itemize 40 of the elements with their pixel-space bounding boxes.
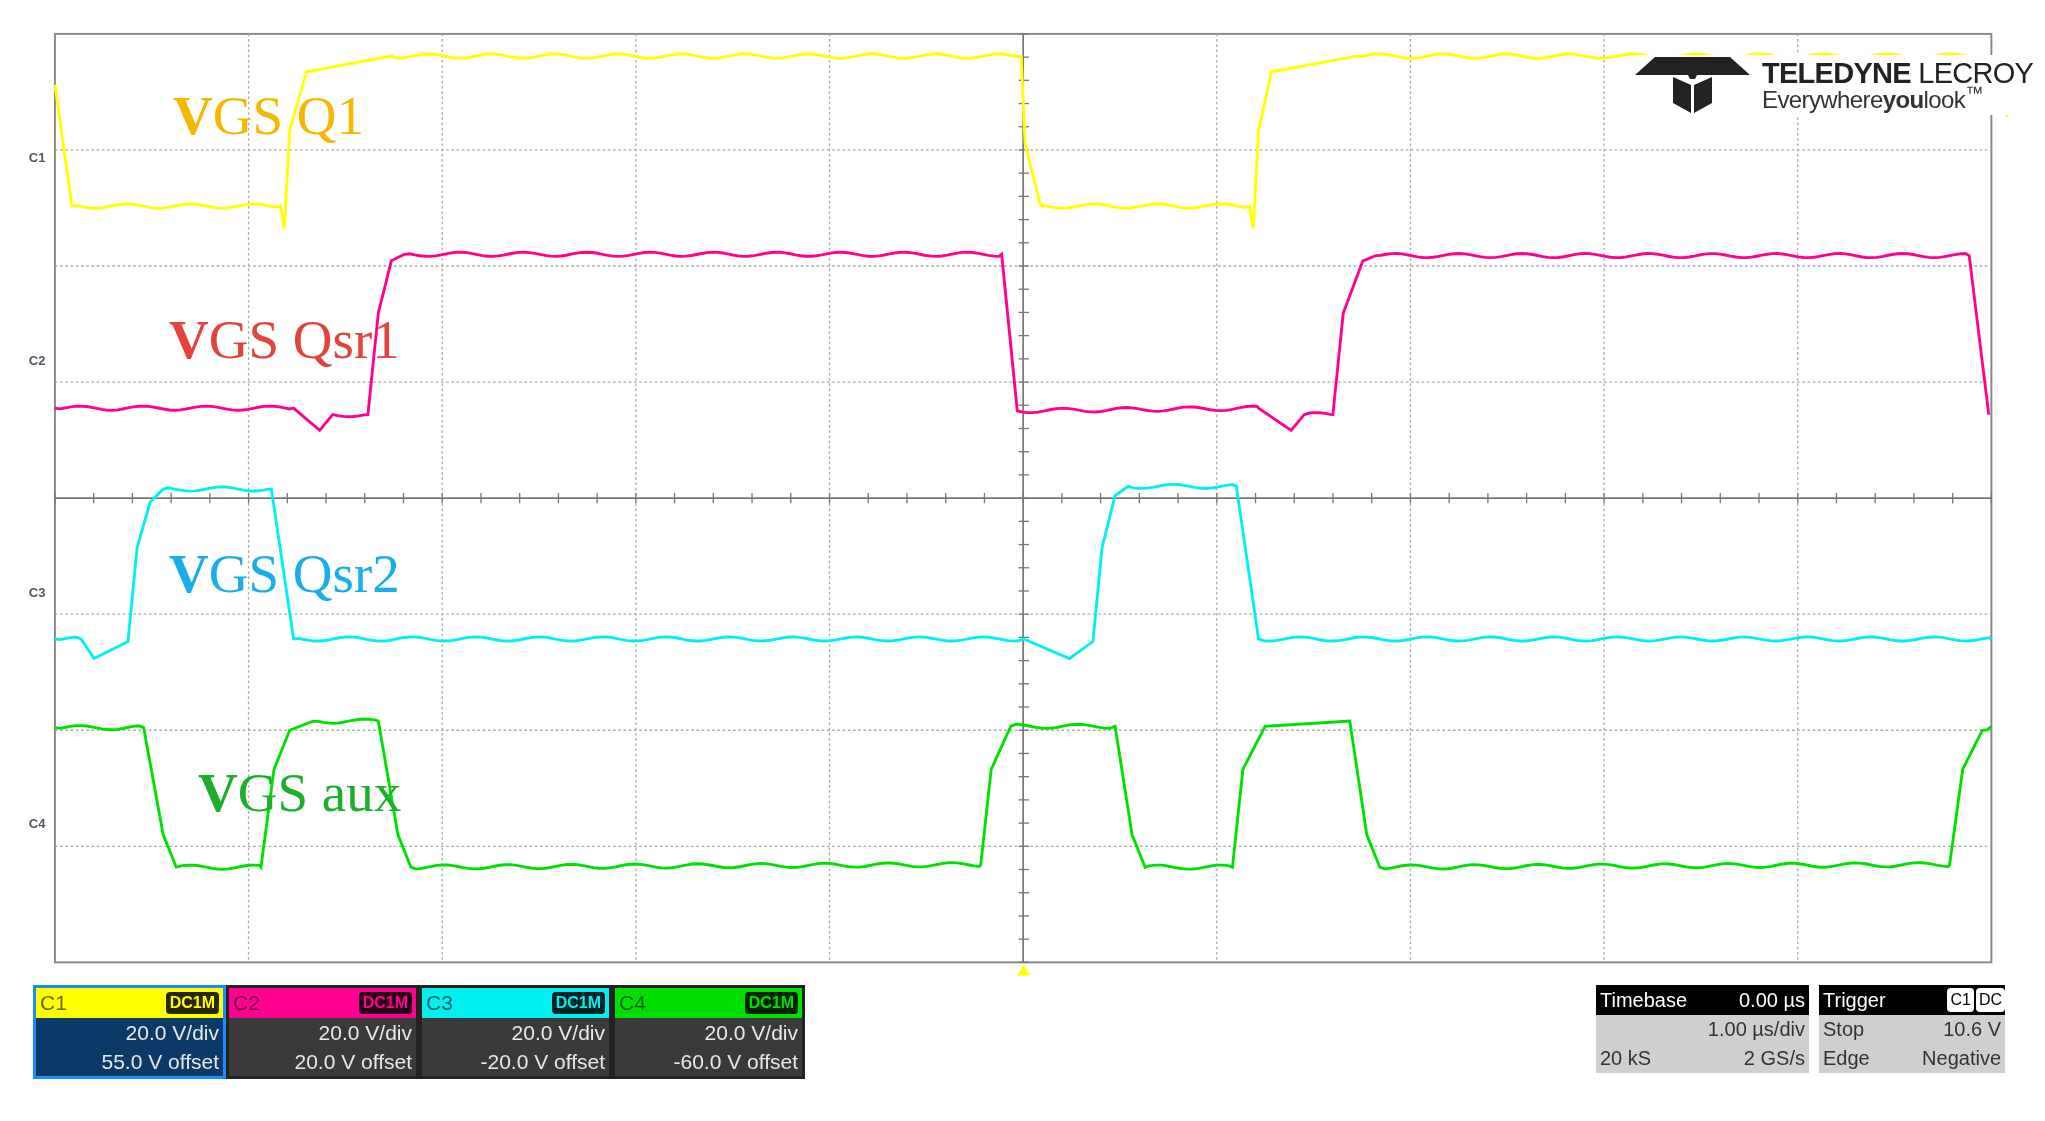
coupling-badge: DC1M <box>551 992 605 1014</box>
trigger-slope: Negative <box>1922 1046 2001 1071</box>
channel-offset: -20.0 V offset <box>479 1049 606 1075</box>
channel-panel[interactable]: C4 DC1M 20.0 V/div -60.0 V offset <box>612 985 805 1079</box>
trace-label: VGS Qsr2 <box>169 546 400 601</box>
channel-scale: 20.0 V/div <box>317 1020 413 1046</box>
trigger-source-badge: C1 <box>1947 988 1974 1012</box>
channel-panel[interactable]: C1 DC1M 20.0 V/div 55.0 V offset <box>33 985 226 1079</box>
channel-label: C4 <box>619 990 646 1017</box>
channel-scale: 20.0 V/div <box>510 1020 606 1046</box>
panel-title: Timebase <box>1600 988 1688 1013</box>
trigger-type: Edge <box>1823 1046 1870 1071</box>
channel-panel[interactable]: C2 DC1M 20.0 V/div 20.0 V offset <box>226 985 419 1079</box>
channel-marker: C1 <box>28 149 46 165</box>
channel-panel[interactable]: C3 DC1M 20.0 V/div -20.0 V offset <box>419 985 612 1079</box>
channel-offset: 20.0 V offset <box>293 1049 413 1075</box>
channel-marker: C3 <box>28 585 46 601</box>
trigger-level: 10.6 V <box>1943 1017 2001 1042</box>
sample-rate: 2 GS/s <box>1743 1046 1805 1071</box>
coupling-badge: DC1M <box>744 992 798 1014</box>
coupling-badge: DC1M <box>358 992 412 1014</box>
trigger-mode: Stop <box>1823 1017 1865 1042</box>
channel-label: C2 <box>233 990 260 1017</box>
trigger-coupling-badge: DC <box>1975 988 2005 1012</box>
timebase-scale: 1.00 µs/div <box>1707 1017 1805 1042</box>
sample-count: 20 kS <box>1600 1046 1652 1071</box>
channel-scale: 20.0 V/div <box>124 1020 220 1046</box>
logo-icon <box>1635 55 1750 115</box>
channel-offset: 55.0 V offset <box>100 1049 220 1075</box>
channel-marker: C2 <box>28 353 46 369</box>
channel-label: C3 <box>426 990 453 1017</box>
panel-title: Trigger <box>1823 988 1886 1013</box>
coupling-badge: DC1M <box>165 992 219 1014</box>
channel-label: C1 <box>40 990 67 1017</box>
timebase-delay: 0.00 µs <box>1739 988 1805 1013</box>
channel-scale: 20.0 V/div <box>703 1020 799 1046</box>
tagline: Everywhereyoulook$^{™}$ <box>1762 87 1983 112</box>
channel-offset: -60.0 V offset <box>672 1049 799 1075</box>
trace-label: VGS Q1 <box>173 88 364 143</box>
channel-marker: C4 <box>28 816 46 832</box>
